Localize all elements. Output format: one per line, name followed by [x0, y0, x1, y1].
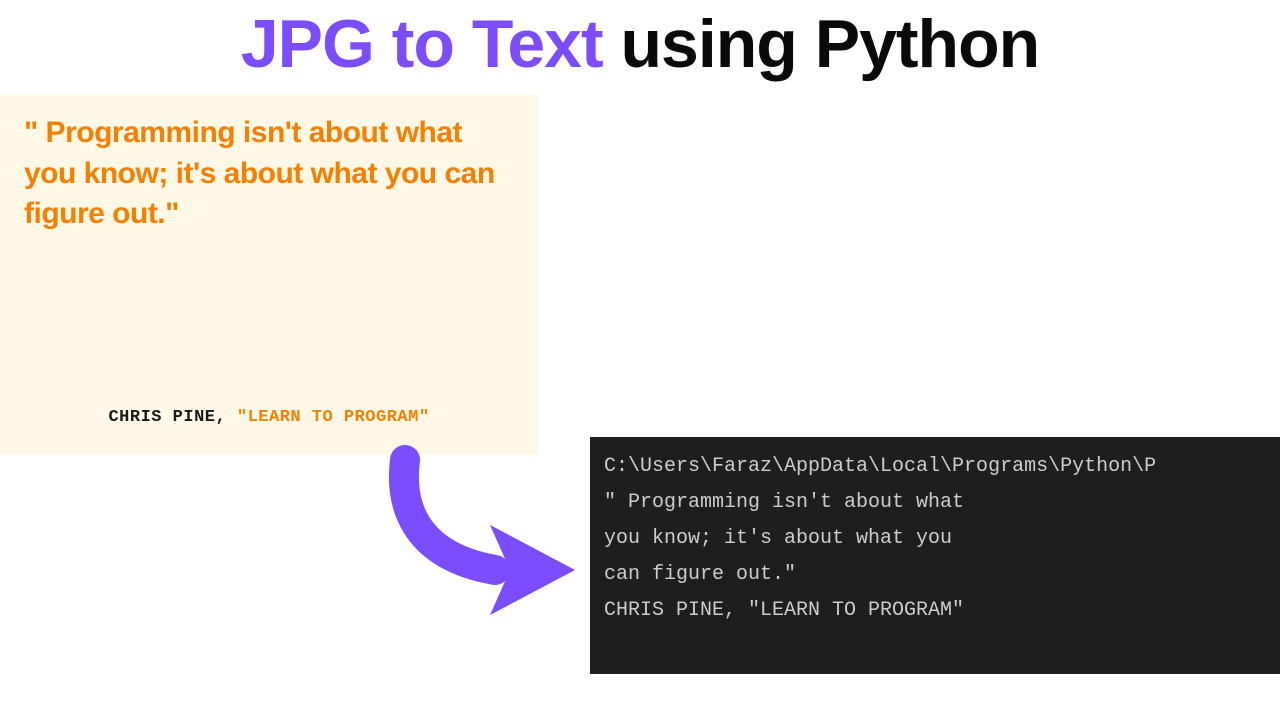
arrow-icon — [365, 440, 585, 620]
title-highlight: JPG to Text — [241, 6, 603, 82]
terminal-line: CHRIS PINE, "LEARN TO PROGRAM" — [604, 593, 1266, 629]
terminal-line: you know; it's about what you — [604, 521, 1266, 557]
quote-card: " Programming isn't about what you know;… — [0, 95, 538, 455]
title-rest: using Python — [603, 6, 1040, 82]
terminal-line: " Programming isn't about what — [604, 485, 1266, 521]
quote-text: " Programming isn't about what you know;… — [24, 113, 514, 235]
terminal-line: can figure out." — [604, 557, 1266, 593]
page-title: JPG to Text using Python — [0, 0, 1280, 83]
quote-book: "LEARN TO PROGRAM" — [237, 408, 430, 427]
quote-author: CHRIS PINE, — [108, 408, 236, 427]
quote-attribution: CHRIS PINE, "LEARN TO PROGRAM" — [0, 408, 538, 427]
terminal-line: C:\Users\Faraz\AppData\Local\Programs\Py… — [604, 449, 1266, 485]
terminal-output: C:\Users\Faraz\AppData\Local\Programs\Py… — [590, 437, 1280, 674]
